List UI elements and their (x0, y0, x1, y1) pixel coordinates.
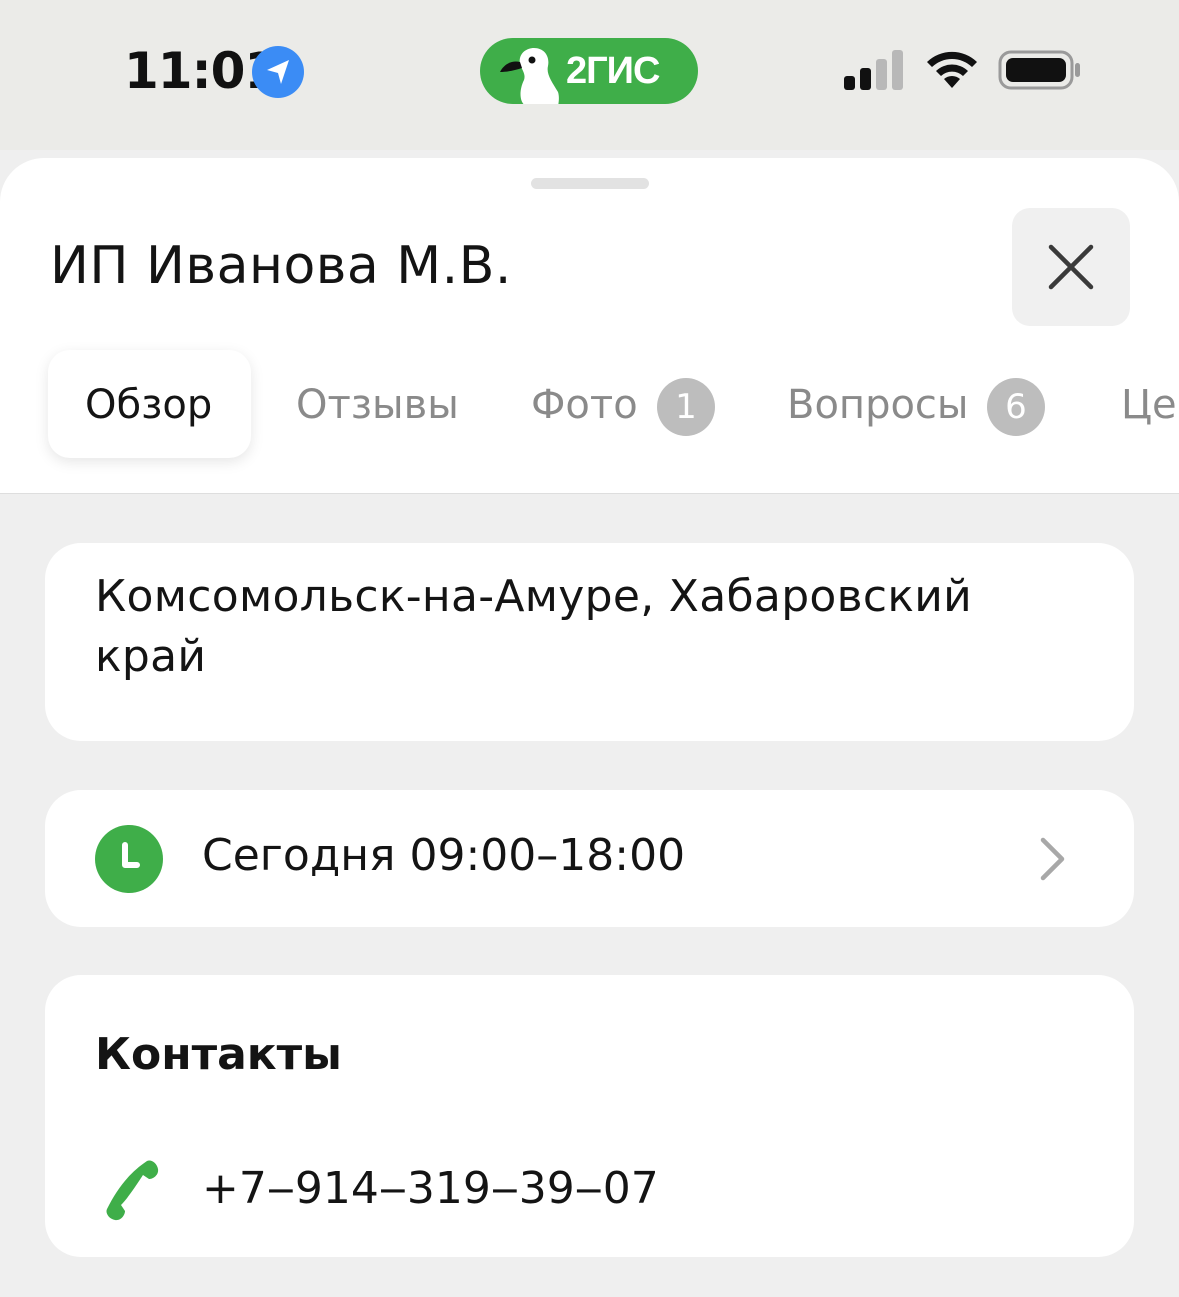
close-icon (1048, 244, 1094, 290)
tab-reviews-label: Отзывы (296, 382, 459, 428)
sheet-grab-handle[interactable] (531, 178, 649, 189)
opening-hours-card[interactable]: Сегодня 09:00–18:00 (45, 790, 1134, 927)
tab-reviews[interactable]: Отзывы (270, 350, 480, 458)
close-button[interactable] (1012, 208, 1130, 326)
contacts-card: Контакты +7‒914‒319‒39‒07 (45, 975, 1134, 1257)
tab-questions-label: Вопросы (787, 382, 969, 428)
address-card[interactable]: Комсомольск-на-Амуре, Хабаровский край (45, 543, 1134, 741)
tab-questions-badge: 6 (987, 378, 1045, 436)
opening-hours-text: Сегодня 09:00–18:00 (202, 830, 686, 881)
organization-title: ИП Иванова М.В. (50, 236, 512, 296)
app-return-badge[interactable]: 2ГИС (480, 38, 698, 104)
tab-photos-badge: 1 (657, 378, 715, 436)
tab-questions[interactable]: Вопросы 6 (760, 350, 1070, 458)
chevron-right-icon (1040, 837, 1065, 881)
phone-row[interactable]: +7‒914‒319‒39‒07 (45, 1145, 1134, 1235)
tab-overview[interactable]: Обзор (48, 350, 251, 458)
tab-prices-label: Це (1121, 382, 1177, 428)
place-card-sheet: ИП Иванова М.В. Обзор Отзывы Фото 1 Вопр… (0, 158, 1179, 1297)
cellular-signal-icon (844, 50, 903, 90)
contacts-title: Контакты (95, 1029, 342, 1080)
wifi-icon (927, 51, 977, 88)
tab-bar: Обзор Отзывы Фото 1 Вопросы 6 Це (0, 350, 1179, 460)
tab-photos[interactable]: Фото 1 (505, 350, 735, 458)
duck-logo-icon (500, 48, 559, 104)
battery-icon (998, 50, 1080, 90)
address-text: Комсомольск-на-Амуре, Хабаровский край (95, 571, 973, 682)
phone-icon (106, 1160, 159, 1221)
clock-icon (95, 825, 163, 893)
app-badge-label: 2ГИС (566, 50, 660, 92)
tab-overview-label: Обзор (85, 382, 213, 428)
status-bar: 11:01 2ГИС (0, 0, 1179, 150)
screen: 11:01 2ГИС ИП Иванова М.В. Обзор Отзывы … (0, 0, 1179, 1297)
phone-number: +7‒914‒319‒39‒07 (202, 1163, 659, 1214)
tab-prices[interactable]: Це (1095, 350, 1179, 458)
tab-photos-label: Фото (531, 382, 638, 428)
sheet-header: ИП Иванова М.В. Обзор Отзывы Фото 1 Вопр… (0, 158, 1179, 494)
location-arrow-icon (252, 46, 304, 98)
